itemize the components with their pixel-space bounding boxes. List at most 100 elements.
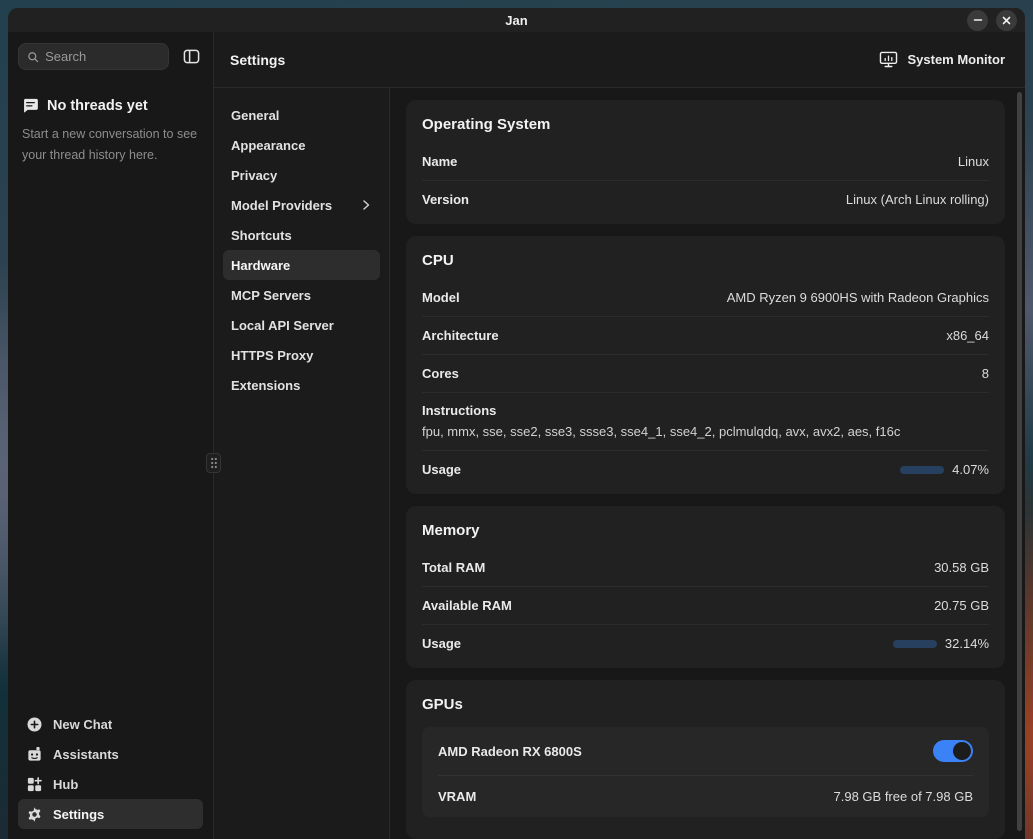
empty-threads-state: No threads yet Start a new conversation … <box>18 97 203 165</box>
row-label: Usage <box>422 462 461 477</box>
sidebar-toggle-button[interactable] <box>179 45 203 69</box>
window-title: Jan <box>505 13 527 28</box>
row-label: Model <box>422 290 460 305</box>
sidebar-item-assistants[interactable]: Assistants <box>18 739 203 769</box>
gpu-vram-row: VRAM 7.98 GB free of 7.98 GB <box>438 775 973 817</box>
cpu-instructions-row: Instructions fpu, mmx, sse, sse2, sse3, … <box>422 392 989 450</box>
row-value: Linux (Arch Linux rolling) <box>846 192 989 207</box>
row-value: AMD Ryzen 9 6900HS with Radeon Graphics <box>727 290 989 305</box>
section-title: Operating System <box>422 100 989 143</box>
section-title: CPU <box>422 236 989 279</box>
sidebar-item-label: Settings <box>53 807 104 822</box>
row-value: x86_64 <box>946 328 989 343</box>
thread-sidebar: No threads yet Start a new conversation … <box>8 32 213 839</box>
row-value: fpu, mmx, sse, sse2, sse3, ssse3, sse4_1… <box>422 424 989 439</box>
gpus-card: GPUs AMD Radeon RX 6800S VRAM 7.98 GB fr… <box>406 680 1005 839</box>
section-title: Memory <box>422 506 989 549</box>
search-icon <box>27 50 39 64</box>
panel-left-icon <box>183 48 200 65</box>
settings-nav-https-proxy[interactable]: HTTPS Proxy <box>223 340 380 370</box>
row-label: Total RAM <box>422 560 485 575</box>
memory-available-row: Available RAM 20.75 GB <box>422 586 989 624</box>
nav-label: Extensions <box>231 378 300 393</box>
close-icon <box>1002 16 1011 25</box>
gpu-device-row: AMD Radeon RX 6800S <box>438 727 973 775</box>
row-label: Available RAM <box>422 598 512 613</box>
settings-nav-local-api-server[interactable]: Local API Server <box>223 310 380 340</box>
nav-label: Appearance <box>231 138 305 153</box>
settings-panel: Settings System Monitor General Appearan… <box>213 32 1025 839</box>
grip-dots-icon <box>210 457 218 469</box>
cpu-usage-value: 4.07% <box>952 462 989 477</box>
sidebar-item-new-chat[interactable]: New Chat <box>18 709 203 739</box>
os-version-row: Version Linux (Arch Linux rolling) <box>422 180 989 218</box>
settings-title: Settings <box>230 52 285 68</box>
os-name-row: Name Linux <box>422 143 989 180</box>
toggle-knob <box>953 742 971 760</box>
app-window: Jan <box>8 8 1025 839</box>
cpu-card: CPU Model AMD Ryzen 9 6900HS with Radeon… <box>406 236 1005 494</box>
row-value: Linux <box>958 154 989 169</box>
settings-nav-hardware[interactable]: Hardware <box>223 250 380 280</box>
assistant-bot-icon <box>26 746 43 763</box>
row-label: Name <box>422 154 457 169</box>
nav-label: Shortcuts <box>231 228 292 243</box>
hub-blocks-icon <box>26 776 43 793</box>
nav-label: MCP Servers <box>231 288 311 303</box>
settings-nav-privacy[interactable]: Privacy <box>223 160 380 190</box>
settings-nav: General Appearance Privacy Model Provide… <box>214 88 390 839</box>
settings-header: Settings System Monitor <box>214 32 1025 88</box>
settings-nav-general[interactable]: General <box>223 100 380 130</box>
search-input[interactable] <box>45 49 160 64</box>
plus-circle-icon <box>26 716 43 733</box>
settings-nav-model-providers[interactable]: Model Providers <box>223 190 380 220</box>
nav-label: Model Providers <box>231 198 332 213</box>
settings-nav-appearance[interactable]: Appearance <box>223 130 380 160</box>
sidebar-item-settings[interactable]: Settings <box>18 799 203 829</box>
sidebar-item-label: Assistants <box>53 747 119 762</box>
memory-total-row: Total RAM 30.58 GB <box>422 549 989 586</box>
row-value: 30.58 GB <box>934 560 989 575</box>
row-label: Version <box>422 192 469 207</box>
close-button[interactable] <box>996 10 1017 31</box>
section-title: GPUs <box>422 680 989 723</box>
nav-label: Privacy <box>231 168 277 183</box>
system-monitor-label: System Monitor <box>907 52 1005 67</box>
sidebar-item-label: New Chat <box>53 717 112 732</box>
sidebar-item-hub[interactable]: Hub <box>18 769 203 799</box>
search-box[interactable] <box>18 43 169 70</box>
row-label: Usage <box>422 636 461 651</box>
chevron-right-icon <box>360 199 372 211</box>
cpu-cores-row: Cores 8 <box>422 354 989 392</box>
hardware-content: Operating System Name Linux Version Linu… <box>390 88 1025 839</box>
titlebar[interactable]: Jan <box>8 8 1025 32</box>
sidebar-resize-handle[interactable] <box>206 453 221 473</box>
row-value: 8 <box>982 366 989 381</box>
cpu-usage-row: Usage 4.07% <box>422 450 989 488</box>
memory-usage-row: Usage 32.14% <box>422 624 989 662</box>
row-label: Cores <box>422 366 459 381</box>
memory-usage-value: 32.14% <box>945 636 989 651</box>
nav-label: Local API Server <box>231 318 334 333</box>
empty-threads-description: Start a new conversation to see your thr… <box>22 124 199 165</box>
gear-icon <box>26 806 43 823</box>
content-scrollbar[interactable] <box>1017 92 1022 831</box>
settings-nav-mcp-servers[interactable]: MCP Servers <box>223 280 380 310</box>
row-value: 7.98 GB free of 7.98 GB <box>834 789 973 804</box>
system-monitor-icon <box>879 51 898 68</box>
memory-card: Memory Total RAM 30.58 GB Available RAM … <box>406 506 1005 668</box>
settings-nav-extensions[interactable]: Extensions <box>223 370 380 400</box>
row-label: Architecture <box>422 328 499 343</box>
nav-label: Hardware <box>231 258 290 273</box>
message-square-icon <box>22 97 39 114</box>
sidebar-item-label: Hub <box>53 777 78 792</box>
cpu-architecture-row: Architecture x86_64 <box>422 316 989 354</box>
gpu-enable-toggle[interactable] <box>933 740 973 762</box>
minimize-button[interactable] <box>967 10 988 31</box>
row-value: 20.75 GB <box>934 598 989 613</box>
cpu-model-row: Model AMD Ryzen 9 6900HS with Radeon Gra… <box>422 279 989 316</box>
settings-nav-shortcuts[interactable]: Shortcuts <box>223 220 380 250</box>
system-monitor-button[interactable]: System Monitor <box>879 51 1005 68</box>
row-label: VRAM <box>438 789 476 804</box>
nav-label: HTTPS Proxy <box>231 348 313 363</box>
